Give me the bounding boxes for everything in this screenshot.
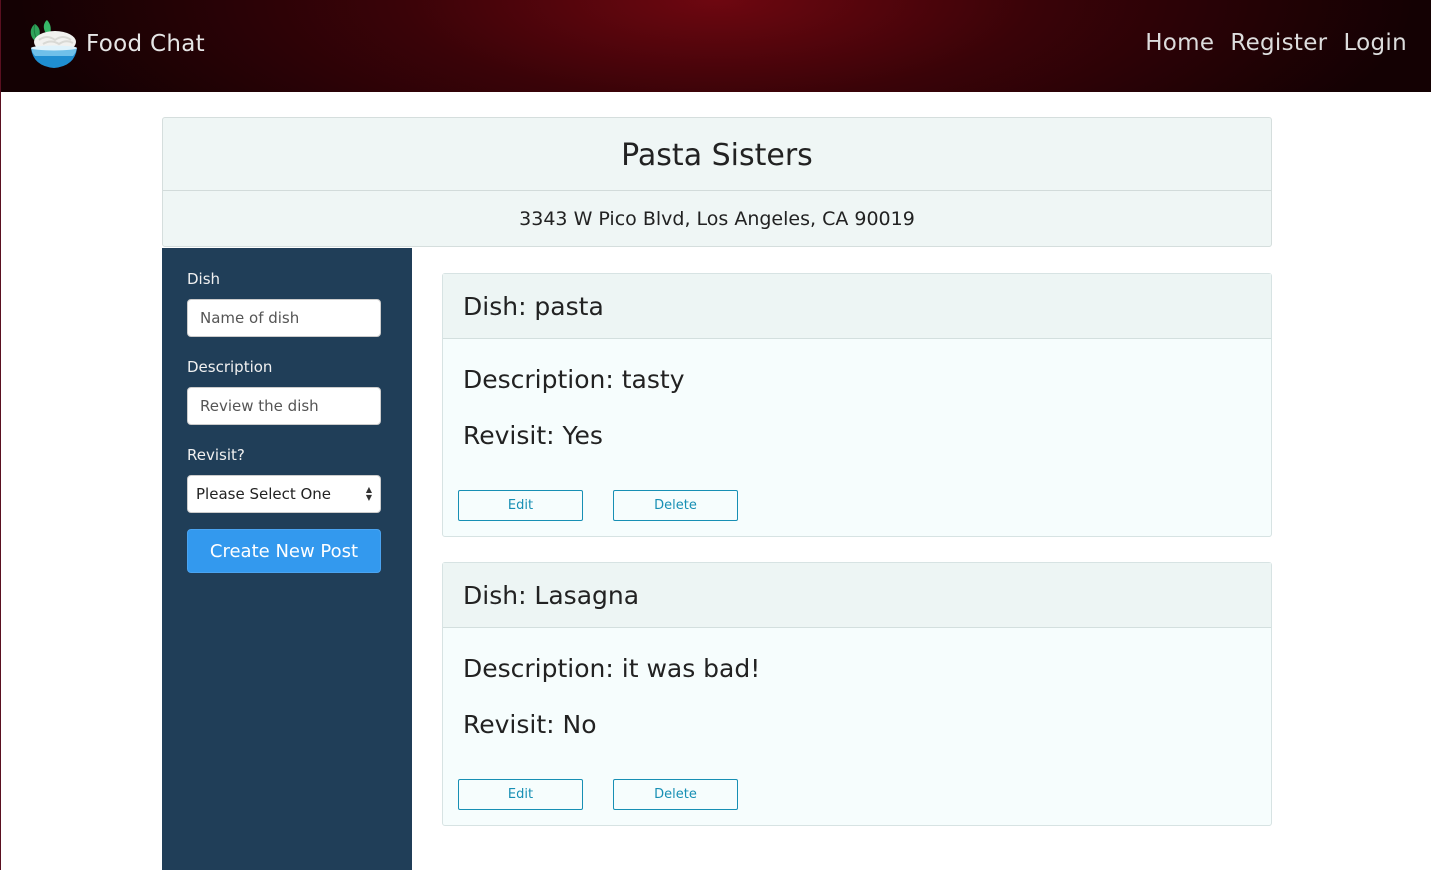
nav-link-home[interactable]: Home: [1145, 30, 1214, 56]
post-dish-title: Dish: pasta: [443, 274, 1271, 339]
nav-link-register[interactable]: Register: [1230, 30, 1327, 56]
post-description: Description: it was bad!: [463, 654, 761, 683]
delete-button[interactable]: Delete: [613, 490, 738, 521]
post-card: Dish: pasta Description: tasty Revisit: …: [442, 273, 1272, 537]
edit-button[interactable]: Edit: [458, 490, 583, 521]
description-input[interactable]: [187, 387, 381, 425]
post-revisit: Revisit: Yes: [463, 421, 603, 450]
revisit-select[interactable]: Please Select One ▲ ▼: [187, 475, 381, 513]
revisit-select-value: Please Select One: [196, 485, 332, 503]
delete-button[interactable]: Delete: [613, 779, 738, 810]
navbar: Food Chat Home Register Login: [1, 0, 1431, 92]
dish-input[interactable]: [187, 299, 381, 337]
post-description: Description: tasty: [463, 365, 685, 394]
description-label: Description: [187, 358, 273, 376]
restaurant-address: 3343 W Pico Blvd, Los Angeles, CA 90019: [519, 208, 915, 230]
brand[interactable]: Food Chat: [21, 18, 205, 72]
nav-links: Home Register Login: [1145, 30, 1407, 56]
post-card: Dish: Lasagna Description: it was bad! R…: [442, 562, 1272, 826]
food-bowl-logo-icon: [21, 18, 79, 72]
nav-link-login[interactable]: Login: [1343, 30, 1407, 56]
new-post-sidebar: Dish Description Revisit? Please Select …: [162, 248, 412, 870]
post-dish-title: Dish: Lasagna: [443, 563, 1271, 628]
dish-label: Dish: [187, 270, 221, 288]
restaurant-name: Pasta Sisters: [163, 118, 1271, 191]
post-revisit: Revisit: No: [463, 710, 597, 739]
revisit-label: Revisit?: [187, 446, 245, 464]
brand-name[interactable]: Food Chat: [86, 31, 205, 57]
create-new-post-button[interactable]: Create New Post: [187, 529, 381, 573]
select-arrows-icon: ▲ ▼: [365, 485, 372, 502]
restaurant-card: Pasta Sisters 3343 W Pico Blvd, Los Ange…: [162, 117, 1272, 247]
edit-button[interactable]: Edit: [458, 779, 583, 810]
